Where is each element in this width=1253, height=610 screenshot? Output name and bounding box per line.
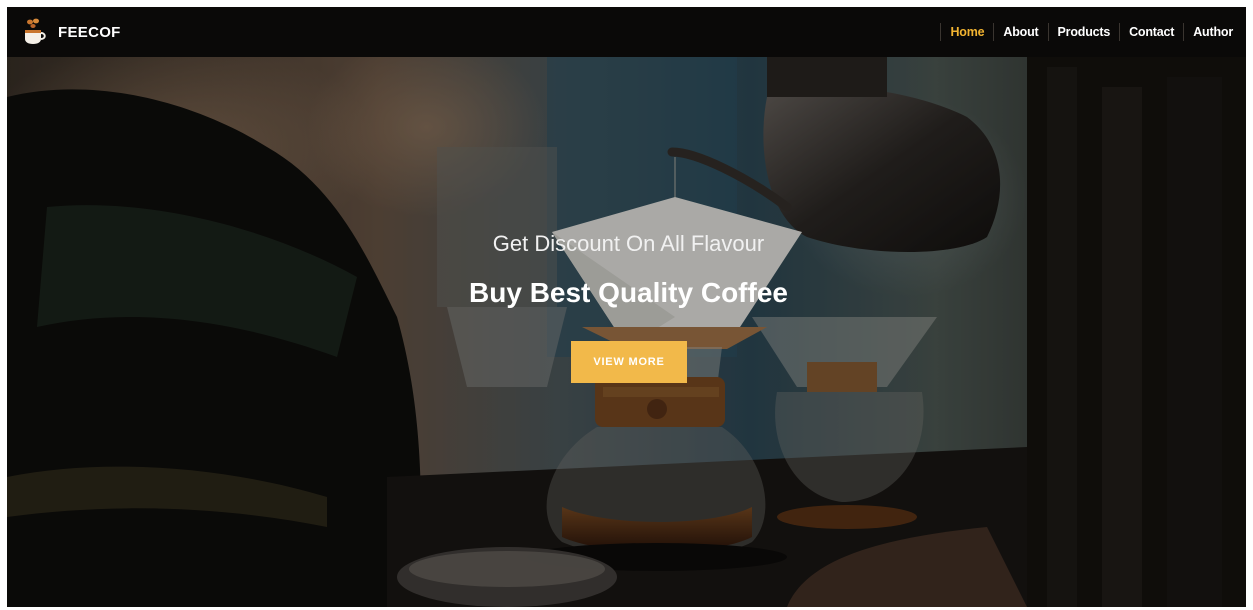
hero-title: Buy Best Quality Coffee — [469, 277, 788, 308]
brand-name: FEECOF — [58, 23, 121, 41]
hero-banner: Get Discount On All Flavour Buy Best Qua… — [7, 57, 1246, 607]
nav-item-contact[interactable]: Contact — [1119, 23, 1183, 41]
page-frame: FEECOF Home About Products Contact Autho… — [7, 7, 1246, 607]
navbar: FEECOF Home About Products Contact Autho… — [7, 7, 1246, 57]
hero-subtitle: Get Discount On All Flavour — [492, 231, 765, 256]
brand[interactable]: FEECOF — [22, 17, 121, 47]
nav-item-author[interactable]: Author — [1183, 23, 1242, 41]
hero-overlay — [7, 57, 1246, 607]
nav-item-about[interactable]: About — [993, 23, 1047, 41]
main-nav: Home About Products Contact Author — [940, 22, 1242, 42]
view-more-button[interactable]: VIEW MORE — [571, 341, 687, 383]
nav-item-products[interactable]: Products — [1047, 23, 1120, 41]
nav-item-home[interactable]: Home — [940, 23, 993, 41]
coffee-cup-icon — [22, 17, 48, 47]
